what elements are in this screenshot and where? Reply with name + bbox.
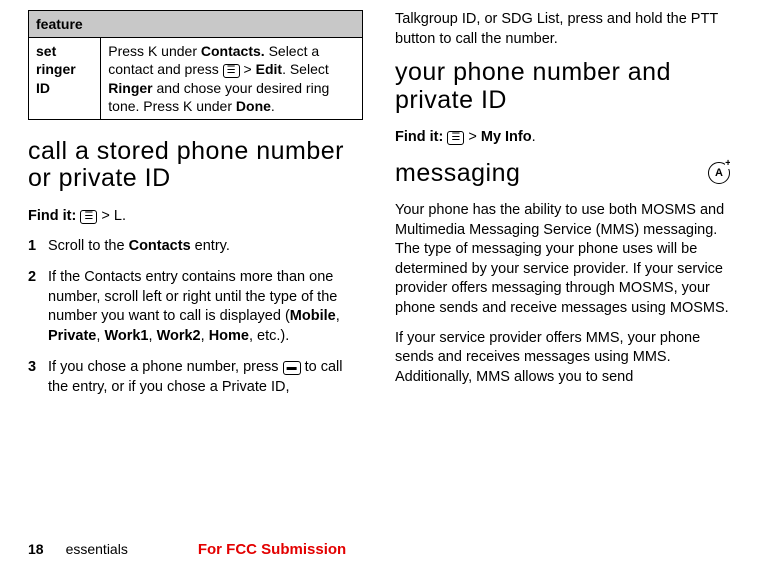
contacts-label: Contacts xyxy=(129,238,191,254)
type-home: Home xyxy=(209,328,249,344)
menu-icon: ☰ xyxy=(80,210,97,224)
messaging-heading-row: A messaging xyxy=(395,158,730,202)
heading-call-stored: call a stored phone number or private ID xyxy=(28,138,363,193)
row-body: Press K under Contacts. Select a contact… xyxy=(101,38,363,120)
softkey-k: K xyxy=(148,43,157,59)
text: entry. xyxy=(191,238,230,254)
heading-messaging: messaging xyxy=(395,160,730,188)
continuation-para: Talkgroup ID, or SDG List, press and hol… xyxy=(395,10,730,49)
text: . xyxy=(271,98,275,114)
ringer-label: Ringer xyxy=(108,80,152,96)
list-item: 1 Scroll to the Contacts entry. xyxy=(28,237,363,257)
text: . Select xyxy=(282,61,329,77)
type-work2: Work2 xyxy=(157,328,201,344)
call-button-icon: ▬ xyxy=(283,361,301,375)
step-number: 3 xyxy=(28,358,48,397)
list-item: 2 If the Contacts entry contains more th… xyxy=(28,268,363,346)
step-number: 1 xyxy=(28,237,48,257)
find-it-path: L xyxy=(114,208,122,224)
text: > xyxy=(97,208,114,224)
heading-phone-number: your phone number and private ID xyxy=(395,59,730,114)
contacts-label: Contacts. xyxy=(201,43,265,59)
page-number: 18 xyxy=(28,541,44,557)
text: > xyxy=(464,129,481,145)
menu-icon: ☰ xyxy=(447,131,464,145)
text: under xyxy=(192,98,236,114)
feature-availability-icon: A xyxy=(708,162,730,184)
my-info-label: My Info xyxy=(481,129,532,145)
find-it-label: Find it: xyxy=(395,129,443,145)
step-text: Scroll to the Contacts entry. xyxy=(48,237,363,257)
messaging-para-1: Your phone has the ability to use both M… xyxy=(395,201,730,318)
messaging-para-2: If your service provider offers MMS, you… xyxy=(395,329,730,388)
text: > xyxy=(240,61,256,77)
feature-header: feature xyxy=(29,11,363,38)
steps-list: 1 Scroll to the Contacts entry. 2 If the… xyxy=(28,237,363,398)
text: , xyxy=(201,328,209,344)
row-label: set ringer ID xyxy=(29,38,101,120)
text: , etc.). xyxy=(249,328,289,344)
find-it-label: Find it: xyxy=(28,208,76,224)
step-number: 2 xyxy=(28,268,48,346)
text: . xyxy=(122,208,126,224)
left-column: feature set ringer ID Press K under Cont… xyxy=(28,10,363,409)
text: Press xyxy=(108,43,148,59)
feature-table: feature set ringer ID Press K under Cont… xyxy=(28,10,363,120)
type-work1: Work1 xyxy=(104,328,148,344)
find-it-line: Find it: ☰ > L. xyxy=(28,207,363,227)
text: . xyxy=(532,129,536,145)
list-item: 3 If you chose a phone number, press ▬ t… xyxy=(28,358,363,397)
text: , xyxy=(336,308,340,324)
step-text: If you chose a phone number, press ▬ to … xyxy=(48,358,363,397)
type-private: Private xyxy=(48,328,96,344)
footer-section-label: essentials xyxy=(66,541,128,557)
text: If you chose a phone number, press xyxy=(48,359,283,375)
text: under xyxy=(157,43,201,59)
text: , xyxy=(149,328,157,344)
find-it-line: Find it: ☰ > My Info. xyxy=(395,128,730,148)
page-footer: 18 essentials For FCC Submission xyxy=(28,541,730,558)
right-column: Talkgroup ID, or SDG List, press and hol… xyxy=(395,10,730,409)
step-text: If the Contacts entry contains more than… xyxy=(48,268,363,346)
type-mobile: Mobile xyxy=(290,308,336,324)
fcc-notice: For FCC Submission xyxy=(198,541,346,558)
table-row: set ringer ID Press K under Contacts. Se… xyxy=(29,38,363,120)
done-label: Done xyxy=(236,98,271,114)
softkey-k: K xyxy=(183,98,192,114)
edit-label: Edit xyxy=(256,61,282,77)
menu-icon: ☰ xyxy=(223,64,240,78)
text: Scroll to the xyxy=(48,238,129,254)
